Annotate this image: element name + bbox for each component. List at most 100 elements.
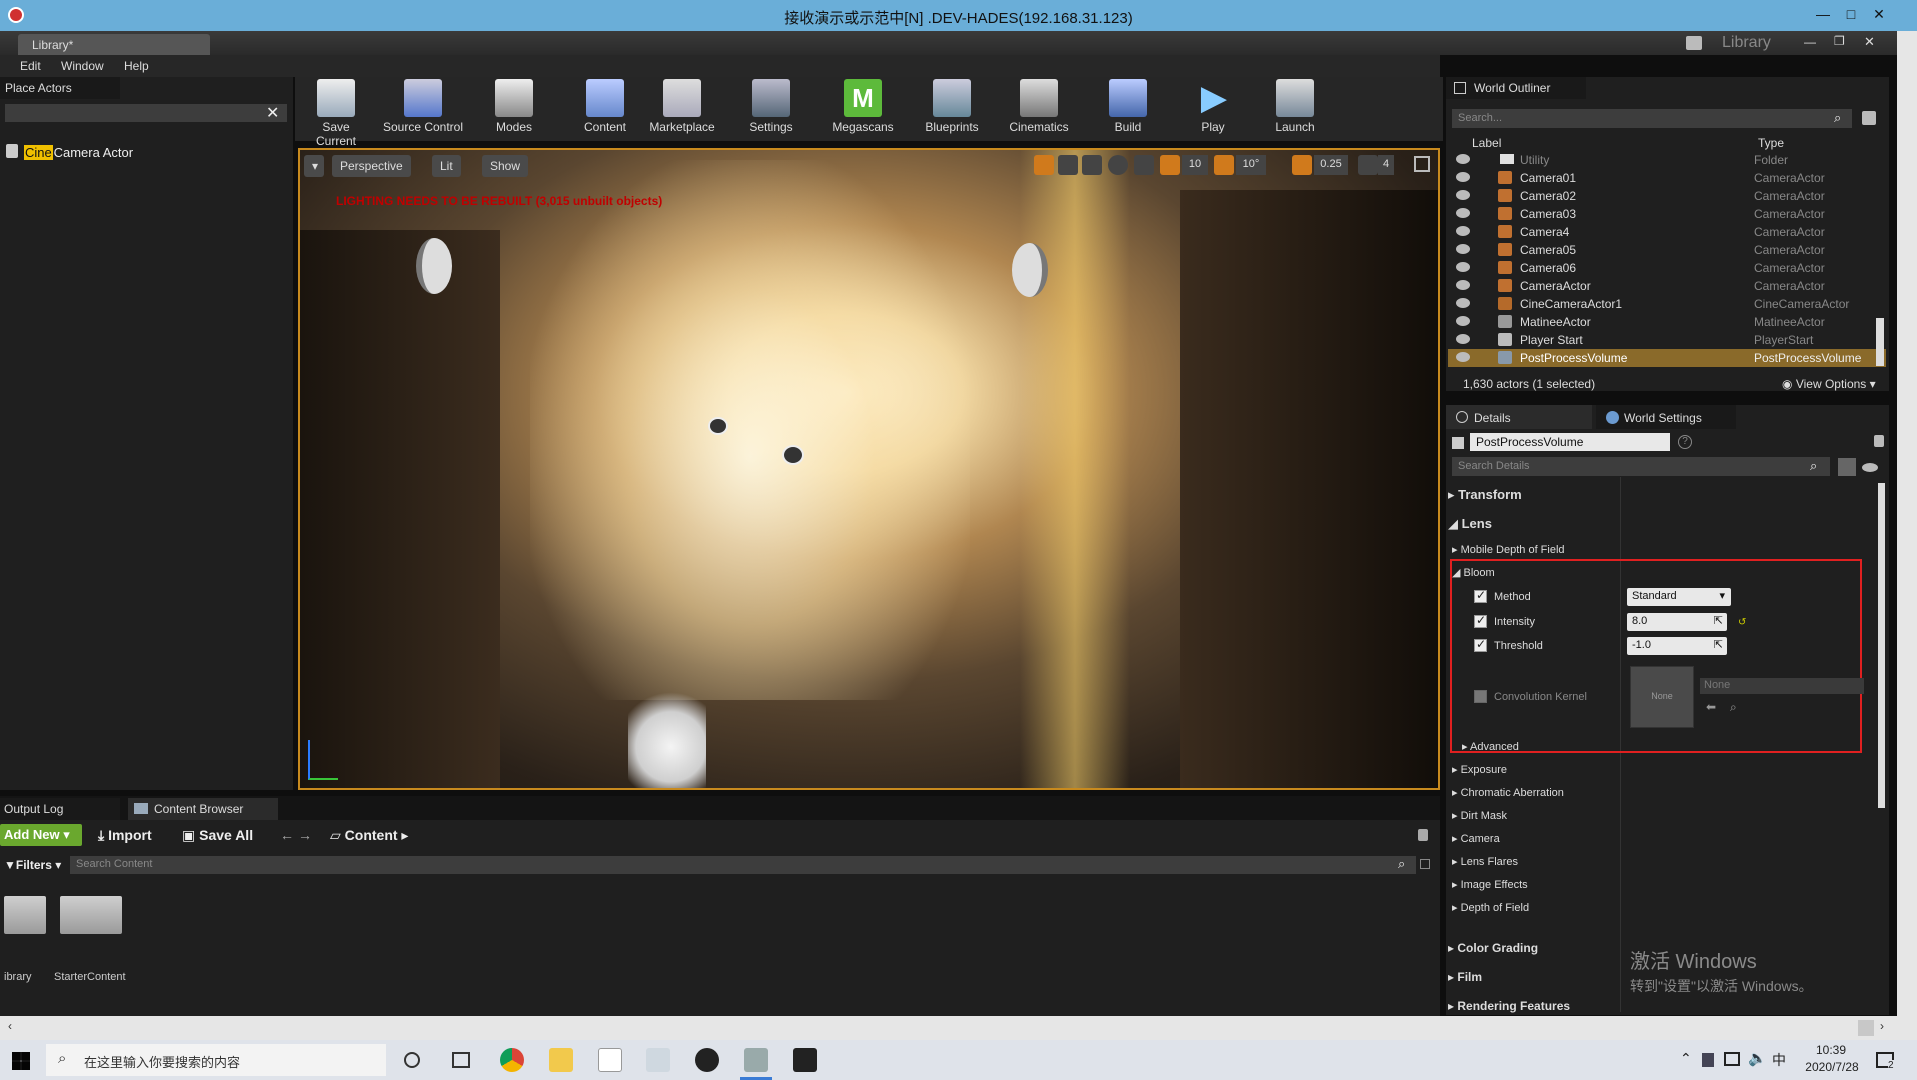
bloom-section[interactable]: ◢ Bloom [1452, 566, 1495, 579]
property-matrix-icon[interactable] [1838, 458, 1856, 476]
windows-start-icon[interactable] [12, 1052, 30, 1070]
content-button[interactable]: Content [580, 79, 630, 139]
convolution-kernel-checkbox[interactable] [1474, 690, 1487, 703]
ue-editor-window-icon[interactable] [744, 1048, 768, 1072]
editor-close-icon[interactable]: ✕ [1864, 34, 1875, 50]
path-breadcrumb[interactable]: ▱ Content ▸ [330, 827, 408, 844]
filters-button[interactable]: ▼Filters ▾ [4, 858, 61, 872]
threshold-input[interactable]: -1.0 ⇱ [1627, 637, 1727, 655]
help-icon[interactable]: ? [1678, 435, 1692, 449]
scroll-right-icon[interactable]: › [1880, 1019, 1884, 1033]
epic-games-launcher-icon[interactable] [793, 1048, 817, 1072]
perspective-button[interactable]: Perspective [332, 155, 411, 177]
column-header-label[interactable]: Label [1472, 136, 1501, 150]
visibility-eye-icon[interactable] [1456, 352, 1470, 362]
visibility-eye-icon[interactable] [1456, 154, 1470, 164]
outliner-row[interactable]: Player Start PlayerStart [1448, 331, 1886, 349]
visibility-eye-icon[interactable] [1456, 298, 1470, 308]
scale-snap-value[interactable]: 0.25 [1314, 155, 1348, 175]
outliner-row[interactable]: CineCameraActor1 CineCameraActor [1448, 295, 1886, 313]
use-selected-arrow-icon[interactable]: ⬅ [1706, 700, 1716, 714]
camera-actor-icon[interactable] [1012, 243, 1048, 297]
cortana-icon[interactable] [404, 1052, 420, 1068]
place-actors-tab[interactable]: Place Actors [0, 77, 120, 99]
visibility-eye-icon[interactable] [1456, 208, 1470, 218]
import-button[interactable]: ⤓ Import [98, 827, 152, 844]
advanced-section[interactable]: ▸ Advanced [1462, 740, 1519, 753]
scroll-thumb[interactable] [1858, 1020, 1874, 1036]
close-icon[interactable]: ✕ [1866, 2, 1892, 26]
rotation-snap-value[interactable]: 10° [1236, 155, 1266, 175]
outliner-row[interactable]: Camera02 CameraActor [1448, 187, 1886, 205]
lens-section[interactable]: ◢ Lens [1448, 516, 1492, 532]
tray-overflow-icon[interactable]: ⌃ [1680, 1050, 1692, 1067]
scale-snap-icon[interactable] [1292, 155, 1312, 175]
exposure-section[interactable]: ▸ Exposure [1452, 763, 1507, 776]
browse-asset-icon[interactable]: ⌕ [1730, 700, 1737, 715]
translate-tool-icon[interactable] [1034, 155, 1054, 175]
camera-section[interactable]: ▸ Camera [1452, 832, 1500, 845]
show-button[interactable]: Show [482, 155, 529, 177]
camera-speed-value[interactable]: 4 [1378, 155, 1394, 175]
outliner-row[interactable]: Camera03 CameraActor [1448, 205, 1886, 223]
surface-snap-icon[interactable] [1134, 155, 1154, 175]
content-browser-tab[interactable]: Content Browser [128, 798, 278, 820]
output-log-tab[interactable]: Output Log [0, 798, 120, 820]
actor-lock-checkbox[interactable] [1452, 437, 1464, 449]
view-options-button[interactable]: ◉ View Options ▾ [1782, 377, 1876, 391]
outliner-row-selected[interactable]: PostProcessVolume PostProcessVolume [1448, 349, 1886, 367]
history-forward-icon[interactable]: → [298, 827, 312, 843]
lock-browser-icon[interactable] [1418, 829, 1428, 841]
cine-camera-actor-item[interactable]: Cine Camera Actor [0, 141, 293, 163]
modes-button[interactable]: Modes [489, 79, 539, 139]
visibility-eye-icon[interactable] [1456, 334, 1470, 344]
outliner-row[interactable]: Camera05 CameraActor [1448, 241, 1886, 259]
outliner-search-input[interactable]: Search... [1452, 109, 1852, 128]
launch-button[interactable]: Launch [1270, 79, 1320, 139]
scale-tool-icon[interactable] [1082, 155, 1102, 175]
outliner-scrollbar[interactable] [1876, 318, 1884, 366]
horizontal-scrollbar[interactable]: ‹ › [0, 1016, 1897, 1040]
reset-to-default-icon[interactable]: ↺ [1738, 617, 1746, 628]
method-dropdown[interactable]: Standard ▾ [1627, 588, 1731, 606]
menu-edit[interactable]: Edit [20, 59, 41, 73]
mobile-dof-section[interactable]: ▸ Mobile Depth of Field [1452, 543, 1565, 556]
viewport-options-button[interactable]: ▾ [304, 155, 324, 177]
cinematics-button[interactable]: Cinematics [1004, 79, 1074, 139]
window-scrollbar[interactable] [1897, 31, 1917, 1040]
editor-minimize-icon[interactable]: — [1804, 35, 1816, 49]
transform-section[interactable]: ▸ Transform [1448, 487, 1522, 503]
place-actors-search-input[interactable] [5, 104, 287, 122]
search-options-icon[interactable] [1420, 859, 1430, 869]
level-tab[interactable]: Library* [18, 34, 210, 55]
taskbar-search-box[interactable]: 在这里输入你要搜索的内容 [46, 1044, 386, 1076]
lens-flares-section[interactable]: ▸ Lens Flares [1452, 855, 1518, 868]
lit-button[interactable]: Lit [432, 155, 461, 177]
maximize-icon[interactable]: □ [1838, 2, 1864, 26]
unreal-engine-icon[interactable] [695, 1048, 719, 1072]
visibility-eye-icon[interactable] [1456, 226, 1470, 236]
level-viewport[interactable]: LIGHTING NEEDS TO BE REBUILT (3,015 unbu… [298, 148, 1440, 790]
source-control-status-icon[interactable] [1686, 36, 1702, 50]
method-checkbox[interactable] [1474, 588, 1487, 603]
intensity-input[interactable]: 8.0 ⇱ [1627, 613, 1727, 631]
add-new-button[interactable]: Add New ▾ [0, 824, 82, 846]
clock-date[interactable]: 2020/7/28 [1800, 1060, 1864, 1074]
post-process-actor-icon-2[interactable] [782, 445, 804, 465]
play-button[interactable]: ▶ Play [1195, 79, 1233, 139]
visibility-eye-icon[interactable] [1456, 244, 1470, 254]
rotate-tool-icon[interactable] [1058, 155, 1078, 175]
settings-button[interactable]: Settings [743, 79, 799, 139]
slider-arrow-icon[interactable]: ⇱ [1714, 614, 1723, 627]
outliner-row[interactable]: Camera06 CameraActor [1448, 259, 1886, 277]
outliner-row[interactable]: Camera01 CameraActor [1448, 169, 1886, 187]
kernel-asset-picker[interactable]: None [1700, 678, 1864, 694]
save-all-button[interactable]: ▣ Save All [182, 827, 253, 844]
clear-search-icon[interactable]: ✕ [266, 103, 279, 123]
intensity-checkbox[interactable] [1474, 613, 1487, 628]
network-icon[interactable] [1724, 1052, 1740, 1066]
visibility-eye-icon[interactable] [1456, 262, 1470, 272]
task-view-icon[interactable] [452, 1052, 470, 1068]
visibility-eye-icon[interactable] [1456, 190, 1470, 200]
kernel-thumbnail[interactable]: None [1630, 666, 1694, 728]
